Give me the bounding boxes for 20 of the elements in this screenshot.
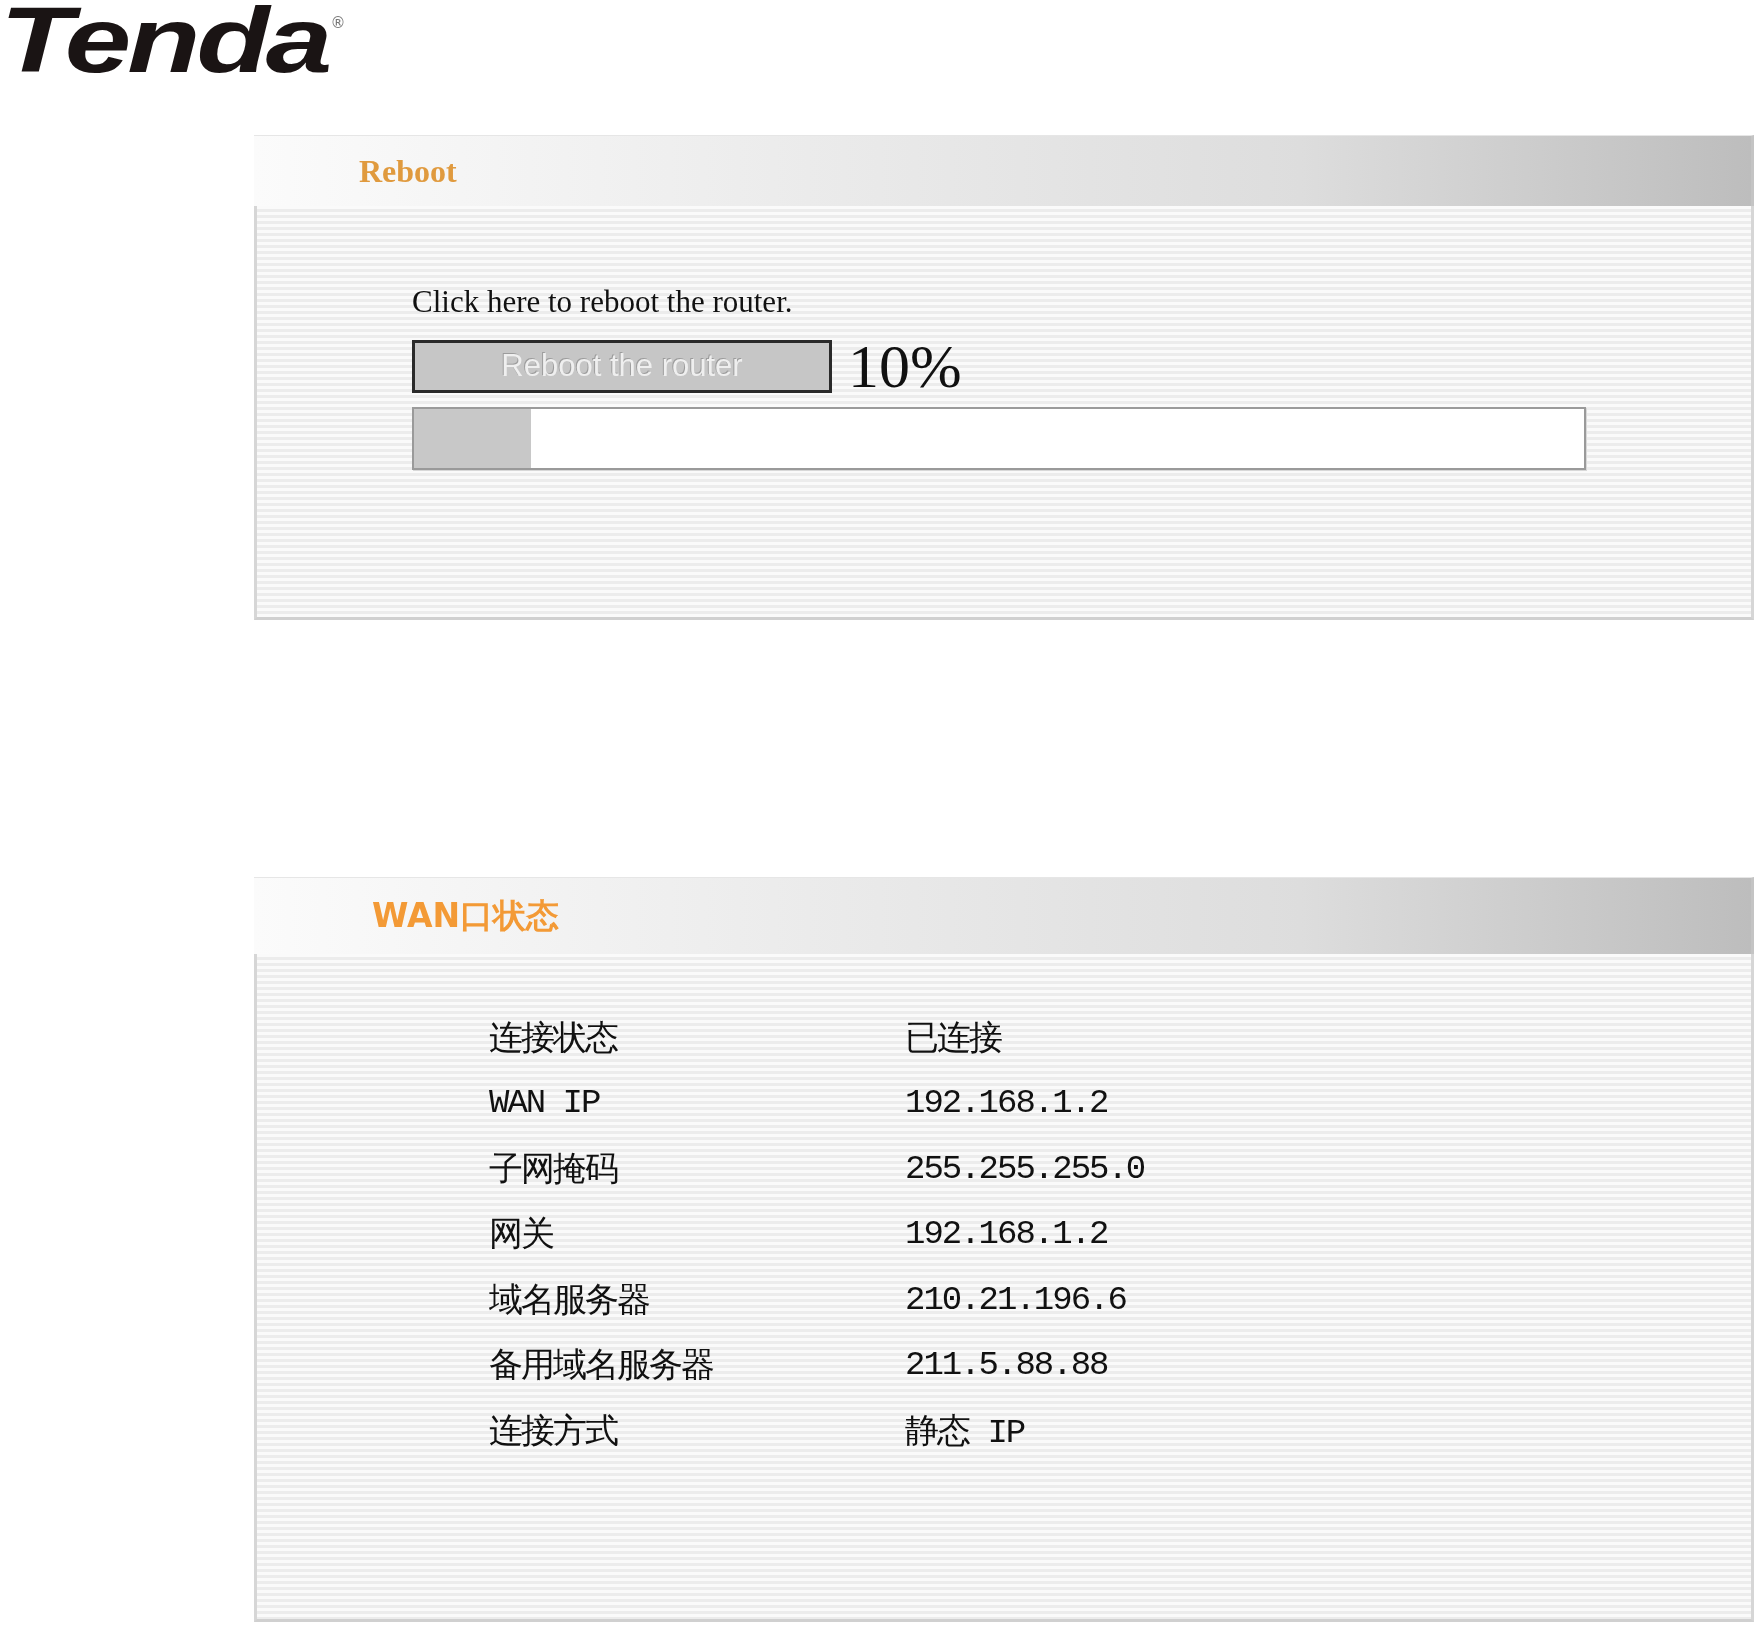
progress-percent: 10%: [848, 336, 962, 396]
field-value: 192.168.1.2: [905, 1084, 1108, 1123]
field-value: 静态 IP: [905, 1412, 1025, 1454]
field-label: 备用域名服务器: [489, 1347, 714, 1389]
field-label: 连接方式: [489, 1412, 619, 1454]
panel-title: WAN口状态: [372, 894, 560, 937]
field-label: 网关: [489, 1215, 554, 1258]
registered-mark: ®: [330, 14, 346, 32]
field-value: 255.255.255.0: [905, 1149, 1145, 1188]
panel-title: Reboot: [359, 152, 457, 190]
reboot-hint-text: Click here to reboot the router.: [412, 284, 794, 320]
field-value: 已连接: [905, 1019, 1001, 1061]
field-value: 210.21.196.6: [905, 1280, 1126, 1319]
field-value: 211.5.88.88: [905, 1346, 1108, 1385]
field-label: WAN IP: [489, 1084, 601, 1123]
field-label: 连接状态: [489, 1019, 619, 1061]
field-label: 子网掩码: [489, 1150, 619, 1192]
field-value: 192.168.1.2: [905, 1215, 1108, 1254]
field-label: 域名服务器: [489, 1281, 650, 1323]
brand-logo-text: Tenda: [0, 0, 329, 80]
